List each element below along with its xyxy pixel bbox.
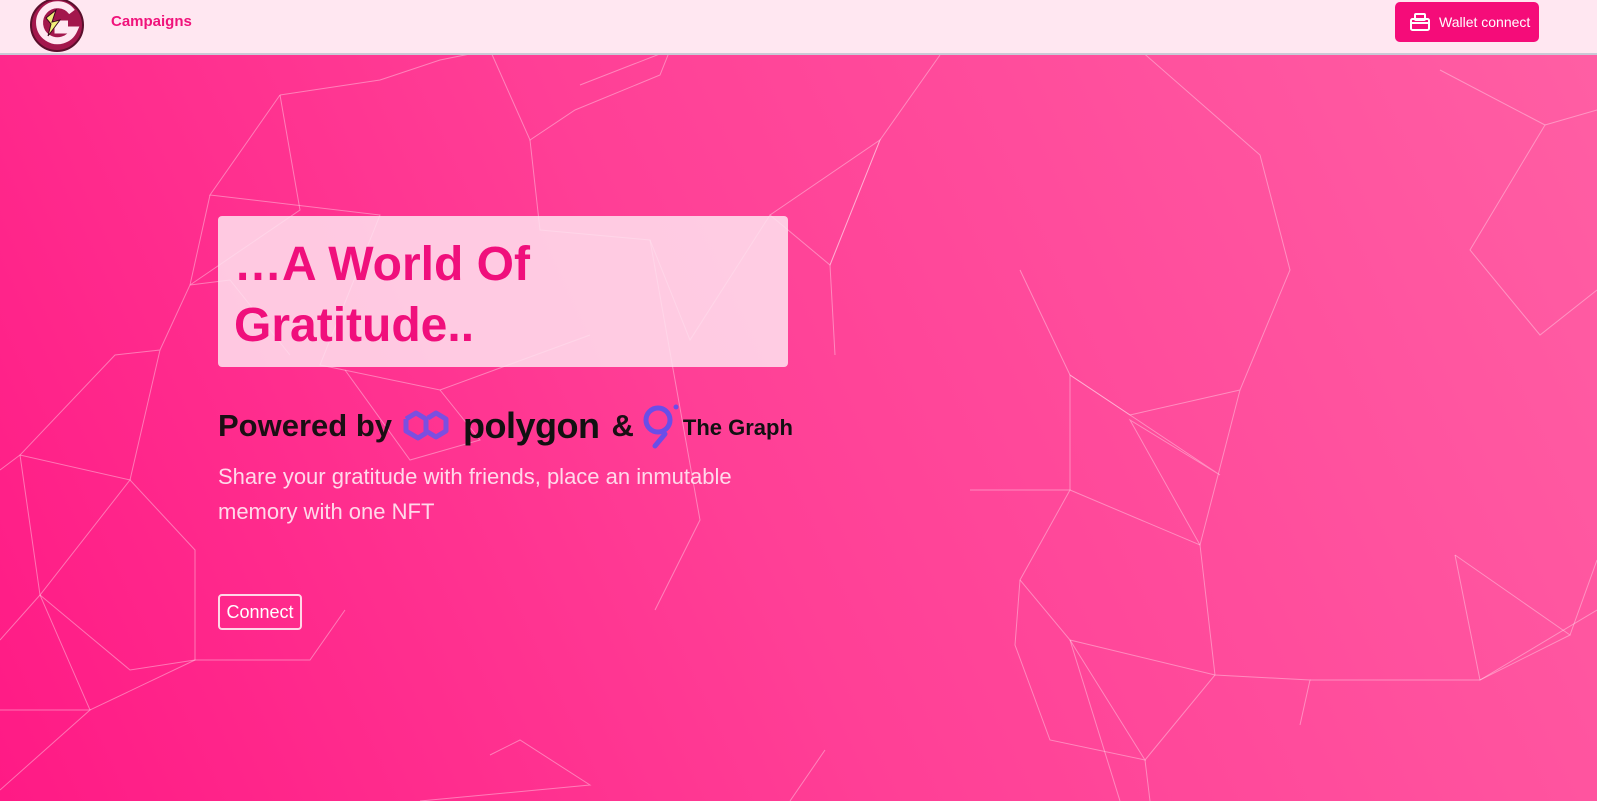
- polygon-label: polygon: [463, 405, 600, 446]
- network-background: [0, 0, 1597, 801]
- powered-by-row: Powered by polygon & The Graph: [218, 402, 793, 450]
- top-navigation-bar: Campaigns Wallet connect: [0, 0, 1597, 55]
- the-graph-label: The Graph: [682, 415, 793, 440]
- wallet-connect-label: Wallet connect: [1439, 14, 1531, 30]
- wallet-icon: [1410, 13, 1430, 31]
- campaigns-nav-link[interactable]: Campaigns: [111, 13, 192, 30]
- hero-title: …A World Of Gratitude..: [234, 238, 530, 352]
- wallet-connect-button[interactable]: Wallet connect: [1395, 2, 1539, 42]
- the-graph-logo-icon: [643, 404, 679, 449]
- gratitude-g-logo-icon[interactable]: [28, 0, 86, 54]
- network-lines-decoration: [0, 49, 1597, 801]
- connect-button[interactable]: Connect: [218, 594, 302, 630]
- hero-title-card: …A World Of Gratitude..: [218, 216, 788, 367]
- polygon-logo-icon: [403, 410, 449, 441]
- hero-description: Share your gratitude with friends, place…: [218, 464, 732, 524]
- powered-by-label: Powered by: [218, 408, 392, 443]
- ampersand: &: [611, 408, 634, 443]
